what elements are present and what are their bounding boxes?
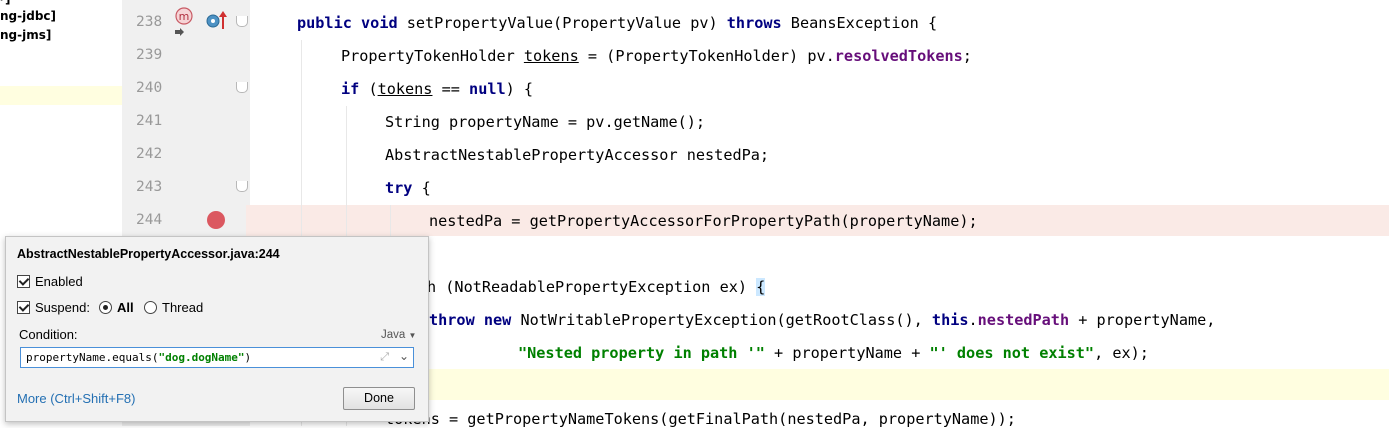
code-line-241: String propertyName = pv.getName(); bbox=[385, 113, 706, 131]
project-tree-selection bbox=[0, 86, 122, 105]
done-button[interactable]: Done bbox=[343, 387, 415, 410]
condition-label: Condition: bbox=[19, 327, 78, 342]
overrides-method-icon[interactable] bbox=[205, 9, 229, 31]
breakpoint-popup: AbstractNestablePropertyAccessor.java:24… bbox=[5, 236, 429, 422]
code-line-247: throw new NotWritablePropertyException(g… bbox=[429, 311, 1216, 329]
language-selector[interactable]: Java ▼ bbox=[381, 329, 416, 341]
popup-title: AbstractNestablePropertyAccessor.java:24… bbox=[17, 247, 280, 261]
line-number: 244 bbox=[136, 212, 163, 228]
code-line-243: try { bbox=[385, 179, 431, 197]
enabled-checkbox[interactable]: Enabled bbox=[17, 274, 83, 289]
line-number: 238 bbox=[136, 14, 163, 30]
line-number: 241 bbox=[136, 113, 163, 129]
line-number: 242 bbox=[136, 146, 163, 162]
dropdown-arrow-icon: ▼ bbox=[408, 331, 417, 340]
fold-marker-icon[interactable] bbox=[236, 181, 248, 192]
code-line-250: tokens = getPropertyNameTokens(getFinalP… bbox=[385, 410, 1016, 428]
radio-icon bbox=[99, 301, 112, 314]
breakpoint-icon[interactable] bbox=[207, 211, 225, 229]
project-tree-item[interactable]: ng-jdbc] bbox=[0, 9, 56, 23]
step-arrow-icon bbox=[174, 23, 186, 36]
code-line-240: if (tokens == null) { bbox=[341, 80, 534, 98]
checkbox-icon bbox=[17, 275, 30, 288]
code-line-246: h (NotReadablePropertyException ex) { bbox=[427, 278, 766, 296]
all-label: All bbox=[117, 300, 134, 315]
enabled-label: Enabled bbox=[35, 274, 83, 289]
suspend-label: Suspend: bbox=[35, 300, 90, 315]
history-dropdown-icon[interactable]: ⌄ bbox=[399, 349, 409, 363]
code-line-248: "Nested property in path '" + propertyNa… bbox=[518, 344, 1149, 362]
more-link[interactable]: More (Ctrl+Shift+F8) bbox=[17, 391, 135, 406]
code-line-238: public void setPropertyValue(PropertyVal… bbox=[297, 14, 938, 32]
thread-label: Thread bbox=[162, 300, 204, 315]
suspend-thread-radio[interactable]: Thread bbox=[144, 300, 203, 315]
method-badge-text: m bbox=[179, 10, 190, 23]
code-line-239: PropertyTokenHolder tokens = (PropertyTo… bbox=[341, 47, 972, 65]
code-line-242: AbstractNestablePropertyAccessor nestedP… bbox=[385, 146, 770, 164]
expand-icon[interactable]: ⤢ bbox=[380, 351, 389, 364]
radio-icon bbox=[144, 301, 157, 314]
line-number: 239 bbox=[136, 47, 163, 63]
project-tree-item[interactable]: ʸ] bbox=[0, 0, 11, 6]
line-number: 243 bbox=[136, 179, 163, 195]
checkbox-icon bbox=[17, 301, 30, 314]
fold-marker-icon[interactable] bbox=[236, 16, 248, 27]
code-line-244: nestedPa = getPropertyAccessorForPropert… bbox=[429, 212, 978, 230]
project-tree-item[interactable]: ng-jms] bbox=[0, 28, 51, 42]
line-number: 240 bbox=[136, 80, 163, 96]
suspend-all-radio[interactable]: All bbox=[99, 300, 134, 315]
suspend-checkbox[interactable]: Suspend: bbox=[17, 300, 90, 315]
condition-text: propertyName.equals("dog.dogName") bbox=[26, 351, 252, 364]
brace-match-highlight: { bbox=[756, 278, 766, 296]
condition-input[interactable]: propertyName.equals("dog.dogName") ⤢ ⌄ bbox=[20, 347, 414, 368]
fold-marker-icon[interactable] bbox=[236, 82, 248, 93]
